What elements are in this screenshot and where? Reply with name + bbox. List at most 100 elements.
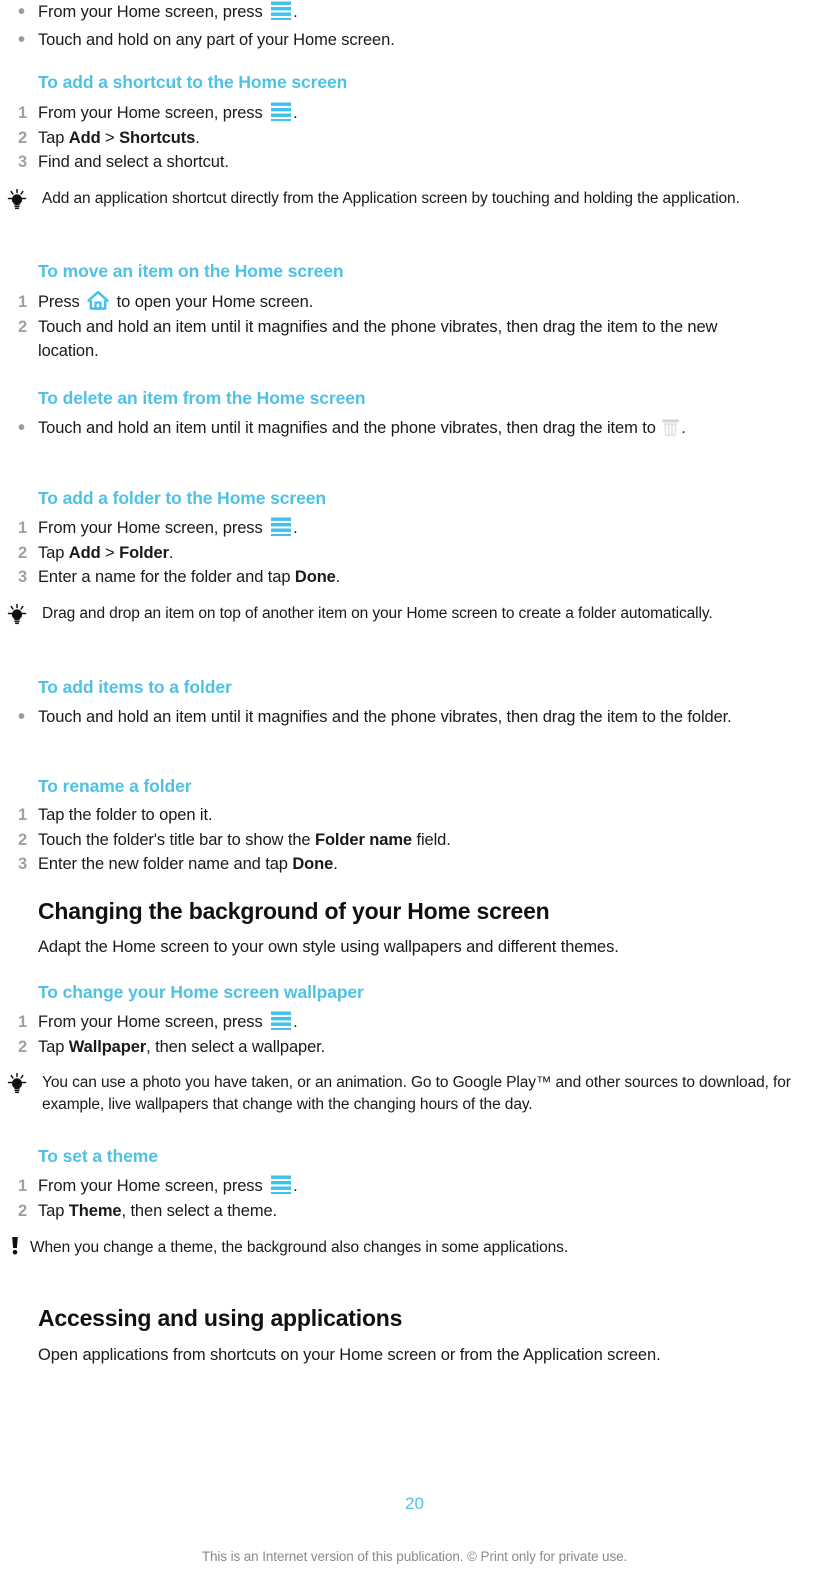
- menu-icon: [270, 1, 292, 20]
- list-item-text-pre: Enter the new folder name and tap: [38, 855, 293, 873]
- list-item: 3 Find and select a shortcut.: [0, 150, 829, 175]
- emphasis-folder: Folder: [119, 543, 169, 562]
- list-item: 2 Tap Wallpaper, then select a wallpaper…: [0, 1035, 829, 1060]
- emphasis-add: Add: [68, 128, 101, 147]
- list-item: • Touch and hold on any part of your Hom…: [0, 28, 829, 53]
- separator: >: [100, 543, 120, 562]
- list-number: 2: [18, 830, 28, 849]
- bullet-marker: •: [18, 1, 26, 23]
- numbered-list-rename-folder: 1 Tap the folder to open it. 2 Touch the…: [0, 803, 829, 877]
- list-number: 2: [18, 317, 28, 336]
- list-item-text: Touch and hold an item until it magnifie…: [38, 416, 686, 441]
- numbered-list-add-shortcut: 1 From your Home screen, press . 2 Tap A…: [0, 101, 829, 175]
- list-number: 1: [18, 1013, 28, 1031]
- list-item: 3 Enter the new folder name and tap Done…: [0, 852, 829, 877]
- emphasis-add: Add: [68, 543, 101, 562]
- list-item: 1 From your Home screen, press .: [0, 101, 829, 126]
- list-item-text-pre: Touch and hold an item until it magnifie…: [38, 419, 661, 437]
- warning-note: When you change a theme, the background …: [0, 1237, 820, 1259]
- list-item-text-post: , then select a theme.: [121, 1201, 278, 1220]
- list-item: • Touch and hold an item until it magnif…: [0, 416, 829, 441]
- list-number: 2: [18, 1037, 28, 1056]
- list-item-text-pre: From your Home screen, press: [38, 519, 268, 537]
- list-number: 1: [18, 806, 28, 824]
- numbered-list-wallpaper: 1 From your Home screen, press . 2 Tap W…: [0, 1010, 829, 1059]
- emphasis-done: Done: [292, 855, 334, 873]
- list-item-text: Find and select a shortcut.: [38, 153, 229, 171]
- list-item: 1 From your Home screen, press .: [0, 1174, 829, 1199]
- list-item-text-pre: Touch the folder's title bar to show the: [38, 830, 315, 849]
- list-number: 2: [18, 128, 28, 147]
- list-item-text: Touch and hold an item until it magnifie…: [38, 317, 718, 361]
- list-item-text-post: .: [293, 1177, 298, 1195]
- heading-add-folder: To add a folder to the Home screen: [38, 488, 326, 508]
- list-item-text-pre: From your Home screen, press: [38, 104, 268, 122]
- heading-add-items-folder: To add items to a folder: [38, 677, 232, 697]
- list-item: 2 Touch the folder's title bar to show t…: [0, 828, 829, 853]
- list-item-text: Tap Add > Shortcuts.: [38, 126, 200, 151]
- manual-page: • From your Home screen, press . • Touch…: [0, 0, 829, 1591]
- tip-text: Add an application shortcut directly fro…: [42, 190, 740, 207]
- list-number: 3: [18, 568, 28, 586]
- bullet-marker: •: [18, 706, 26, 728]
- list-item: • From your Home screen, press .: [0, 0, 829, 25]
- emphasis-wallpaper: Wallpaper: [68, 1037, 147, 1056]
- list-item-text: From your Home screen, press .: [38, 1010, 298, 1035]
- heading-set-theme: To set a theme: [38, 1146, 158, 1166]
- warning-text: When you change a theme, the background …: [30, 1239, 569, 1256]
- list-item: 2 Tap Theme, then select a theme.: [0, 1199, 829, 1224]
- list-item-text: From your Home screen, press .: [38, 0, 298, 25]
- list-item-text-pre: Enter a name for the folder and tap: [38, 568, 295, 586]
- paragraph-open-apps: Open applications from shortcuts on your…: [38, 1346, 661, 1364]
- list-item-text-post: .: [293, 1013, 298, 1031]
- list-item: 1 Press to open your Home screen.: [0, 290, 829, 315]
- list-item-text-post: .: [681, 419, 686, 437]
- heading-change-wallpaper: To change your Home screen wallpaper: [38, 982, 364, 1002]
- list-number: 1: [18, 104, 28, 122]
- list-number: 2: [18, 1201, 28, 1220]
- list-item-text-post: to open your Home screen.: [112, 293, 314, 311]
- tip-note: Drag and drop an item on top of another …: [0, 603, 829, 625]
- heading-delete-item: To delete an item from the Home screen: [38, 388, 366, 408]
- list-item-text: From your Home screen, press .: [38, 1174, 298, 1199]
- list-item-text: Enter a name for the folder and tap Done…: [38, 565, 340, 590]
- list-number: 3: [18, 855, 28, 873]
- list-item: 1 From your Home screen, press .: [0, 516, 829, 541]
- list-item-text-pre: From your Home screen, press: [38, 1177, 268, 1195]
- list-item-text: Tap Add > Folder.: [38, 541, 174, 566]
- heading-move-item: To move an item on the Home screen: [38, 261, 344, 281]
- footer-note: This is an Internet version of this publ…: [201, 1549, 628, 1564]
- emphasis-shortcuts: Shortcuts: [119, 128, 196, 147]
- list-item-text: Press to open your Home screen.: [38, 290, 313, 315]
- emphasis-done: Done: [294, 568, 336, 586]
- list-item-text: Tap Theme, then select a theme.: [38, 1199, 277, 1224]
- list-item-text: Touch and hold on any part of your Home …: [38, 30, 395, 49]
- page-number: 20: [405, 1494, 424, 1513]
- heading-add-shortcut: To add a shortcut to the Home screen: [38, 72, 348, 92]
- bullet-marker: •: [18, 417, 26, 439]
- list-item-text-post: field.: [411, 830, 451, 849]
- menu-icon: [270, 102, 292, 121]
- bullet-list-delete-item: • Touch and hold an item until it magnif…: [0, 416, 829, 441]
- list-item-text-post: .: [293, 519, 298, 537]
- tip-note: You can use a photo you have taken, or a…: [0, 1072, 829, 1116]
- list-item-text-post: , then select a wallpaper.: [146, 1037, 326, 1056]
- list-item-text-pre: From your Home screen, press: [38, 3, 268, 21]
- list-item-text-post: .: [335, 568, 341, 586]
- list-item-text: From your Home screen, press .: [38, 516, 298, 541]
- list-number: 1: [18, 293, 28, 311]
- list-item-text-post: .: [168, 543, 174, 562]
- list-item: 1 From your Home screen, press .: [0, 1010, 829, 1035]
- bullet-list-add-items: • Touch and hold an item until it magnif…: [0, 705, 829, 730]
- list-item-text-post: .: [195, 128, 200, 147]
- list-number: 2: [18, 543, 28, 562]
- list-number: 1: [18, 1177, 28, 1195]
- list-item-text: Enter the new folder name and tap Done.: [38, 852, 338, 877]
- list-item-text: Tap the folder to open it.: [38, 806, 213, 824]
- separator: >: [100, 128, 120, 147]
- list-item: 2 Tap Add > Folder.: [0, 541, 829, 566]
- emphasis-theme: Theme: [68, 1201, 122, 1220]
- lightbulb-tip-icon: [4, 603, 32, 626]
- tip-note: Add an application shortcut directly fro…: [0, 188, 829, 210]
- list-item-text-post: .: [293, 3, 298, 21]
